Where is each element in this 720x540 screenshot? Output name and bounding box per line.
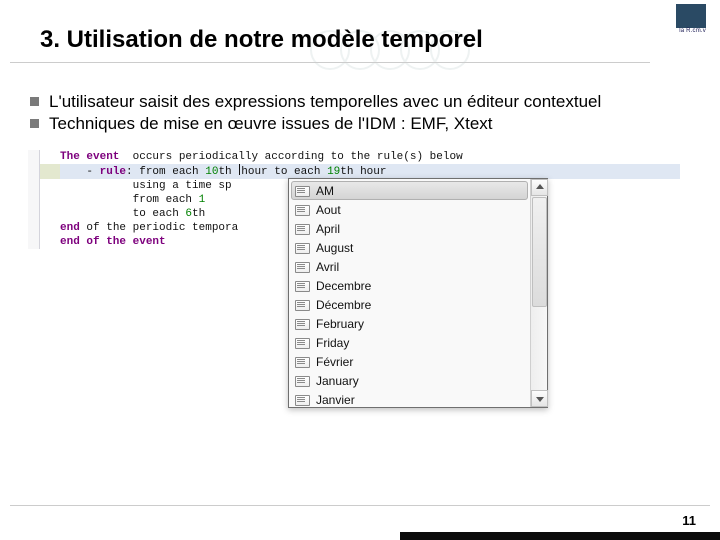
template-icon bbox=[295, 394, 310, 406]
template-icon bbox=[295, 318, 310, 330]
autocomplete-item[interactable]: January bbox=[289, 371, 530, 390]
brand-logo: la R.cm.v bbox=[660, 4, 706, 34]
footer-divider bbox=[10, 505, 710, 506]
autocomplete-item[interactable]: Avril bbox=[289, 257, 530, 276]
autocomplete-item-label: Avril bbox=[316, 260, 339, 274]
autocomplete-item-label: Janvier bbox=[316, 393, 355, 407]
autocomplete-item-label: Decembre bbox=[316, 279, 371, 293]
slide-title: 3. Utilisation de notre modèle temporel bbox=[40, 26, 483, 54]
autocomplete-item[interactable]: February bbox=[289, 314, 530, 333]
scrollbar[interactable] bbox=[530, 179, 547, 407]
template-icon bbox=[295, 185, 310, 197]
template-icon bbox=[295, 337, 310, 349]
scroll-thumb[interactable] bbox=[532, 197, 547, 307]
autocomplete-item-label: Décembre bbox=[316, 298, 371, 312]
bullet-item: L'utilisateur saisit des expressions tem… bbox=[30, 92, 601, 112]
code-line: end of the event bbox=[60, 235, 166, 249]
template-icon bbox=[295, 261, 310, 273]
code-line: using a time sp bbox=[60, 179, 232, 193]
autocomplete-item[interactable]: Janvier bbox=[289, 390, 530, 407]
page-number: 11 bbox=[682, 513, 696, 528]
autocomplete-popup[interactable]: AM Aout April August Avril Decembre Décembre Fe… bbox=[288, 178, 548, 408]
autocomplete-item-label: Friday bbox=[316, 336, 349, 350]
template-icon bbox=[295, 280, 310, 292]
autocomplete-item-label: April bbox=[316, 222, 340, 236]
autocomplete-item[interactable]: Décembre bbox=[289, 295, 530, 314]
template-icon bbox=[295, 299, 310, 311]
autocomplete-item-label: August bbox=[316, 241, 353, 255]
code-line: The event occurs periodically according … bbox=[60, 150, 463, 164]
autocomplete-item-label: February bbox=[316, 317, 364, 331]
bottom-strip bbox=[400, 532, 720, 540]
autocomplete-item[interactable]: AM bbox=[291, 181, 528, 200]
template-icon bbox=[295, 375, 310, 387]
template-icon bbox=[295, 223, 310, 235]
autocomplete-list: AM Aout April August Avril Decembre Décembre Fe… bbox=[289, 179, 530, 407]
autocomplete-item[interactable]: Friday bbox=[289, 333, 530, 352]
code-line: to each 6th bbox=[60, 207, 205, 221]
code-line-active: - rule: from each 10th hour to each 19th… bbox=[60, 164, 680, 179]
autocomplete-item-label: AM bbox=[316, 184, 334, 198]
autocomplete-item[interactable]: Decembre bbox=[289, 276, 530, 295]
template-icon bbox=[295, 204, 310, 216]
code-line: from each 1 bbox=[60, 193, 205, 207]
autocomplete-item[interactable]: April bbox=[289, 219, 530, 238]
bullet-item: Techniques de mise en œuvre issues de l'… bbox=[30, 114, 601, 134]
scroll-up-button[interactable] bbox=[531, 179, 548, 196]
bullet-list: L'utilisateur saisit des expressions tem… bbox=[30, 92, 601, 136]
autocomplete-item[interactable]: Février bbox=[289, 352, 530, 371]
autocomplete-item-label: Février bbox=[316, 355, 353, 369]
autocomplete-item[interactable]: August bbox=[289, 238, 530, 257]
scroll-down-button[interactable] bbox=[531, 390, 548, 407]
title-divider bbox=[10, 62, 650, 63]
autocomplete-item[interactable]: Aout bbox=[289, 200, 530, 219]
template-icon bbox=[295, 242, 310, 254]
autocomplete-item-label: Aout bbox=[316, 203, 341, 217]
code-line: end of the periodic tempora bbox=[60, 221, 238, 235]
template-icon bbox=[295, 356, 310, 368]
autocomplete-item-label: January bbox=[316, 374, 359, 388]
